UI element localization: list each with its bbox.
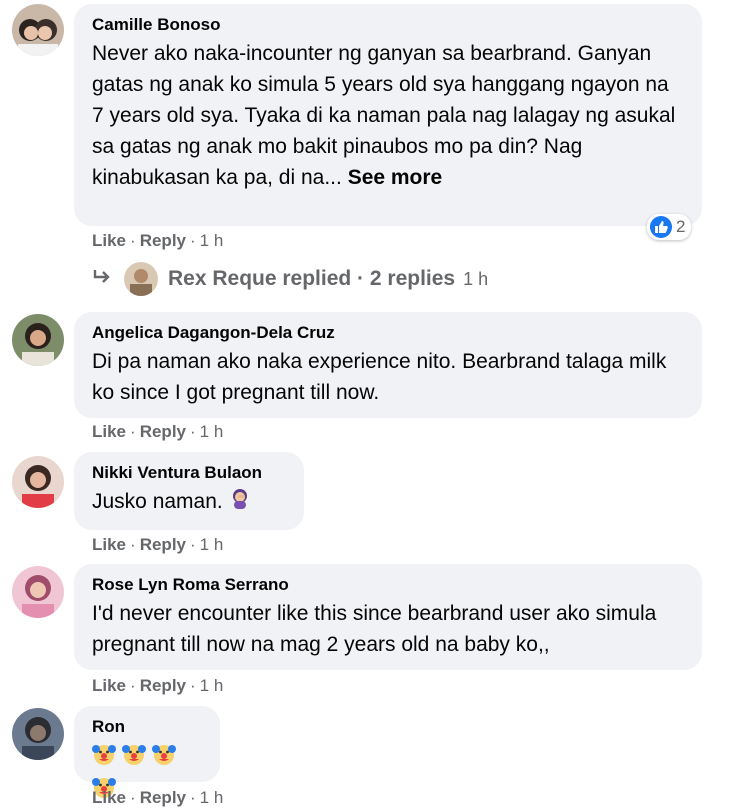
comment-text: Di pa naman ako naka experience nito. Be… [92, 350, 667, 404]
replies-summary[interactable]: Rex Reque replied · 2 replies [168, 267, 455, 291]
comment-author[interactable]: Ron [92, 716, 202, 738]
comment-bubble: Angelica Dagangon-Dela Cruz Di pa naman … [74, 312, 702, 418]
reply-button[interactable]: Reply [140, 676, 186, 695]
comment-text: I'd never encounter like this since bear… [92, 602, 657, 656]
clown-face-emoji [121, 742, 146, 775]
comment-bubble: Camille Bonoso Never ako naka-incounter … [74, 4, 702, 226]
see-more-link[interactable]: See more [348, 166, 443, 189]
reply-button[interactable]: Reply [140, 788, 186, 807]
timestamp[interactable]: 1 h [200, 422, 224, 441]
timestamp[interactable]: 1 h [200, 535, 224, 554]
view-replies[interactable]: Rex Reque replied · 2 replies 1 h [92, 262, 488, 296]
replier-avatar [124, 262, 158, 296]
reply-arrow-icon [92, 266, 112, 292]
reply-button[interactable]: Reply [140, 535, 186, 554]
timestamp[interactable]: 1 h [200, 676, 224, 695]
comment-actions: Like · Reply · 1 h [92, 535, 224, 554]
woman-facepalming-emoji [229, 487, 251, 518]
comment-actions: Like · Reply · 1 h [92, 422, 224, 441]
reply-button[interactable]: Reply [140, 231, 186, 250]
comment-bubble: Rose Lyn Roma Serrano I'd never encounte… [74, 564, 702, 670]
comment-author[interactable]: Camille Bonoso [92, 14, 684, 36]
thumbs-up-icon [650, 216, 672, 238]
like-button[interactable]: Like [92, 231, 126, 250]
comment-actions: Like · Reply · 1 h [92, 676, 224, 695]
comment-author[interactable]: Rose Lyn Roma Serrano [92, 574, 684, 596]
reaction-count[interactable]: 2 [647, 214, 692, 240]
timestamp[interactable]: 1 h [200, 788, 224, 807]
reply-button[interactable]: Reply [140, 422, 186, 441]
comment-actions: Like · Reply · 1 h [92, 231, 224, 250]
comment-author[interactable]: Nikki Ventura Bulaon [92, 462, 286, 484]
avatar[interactable] [12, 456, 64, 508]
timestamp[interactable]: 1 h [200, 231, 224, 250]
replies-time: 1 h [463, 268, 489, 289]
like-button[interactable]: Like [92, 788, 126, 807]
avatar[interactable] [12, 708, 64, 760]
comment-bubble: Ron [74, 706, 220, 798]
avatar[interactable] [12, 314, 64, 366]
avatar[interactable] [12, 566, 64, 618]
avatar[interactable] [12, 4, 64, 56]
comment-author[interactable]: Angelica Dagangon-Dela Cruz [92, 322, 684, 344]
like-button[interactable]: Like [92, 535, 126, 554]
comment-text: Never ako naka-incounter ng ganyan sa be… [92, 42, 676, 189]
comment-actions: Like · Reply · 1 h [92, 788, 224, 807]
clown-face-emoji [151, 742, 176, 775]
clown-face-emoji [92, 742, 116, 775]
like-button[interactable]: Like [92, 676, 126, 695]
like-button[interactable]: Like [92, 422, 126, 441]
comment-text: Jusko naman. [92, 486, 286, 518]
comment-bubble: Nikki Ventura Bulaon Jusko naman. [74, 452, 304, 530]
